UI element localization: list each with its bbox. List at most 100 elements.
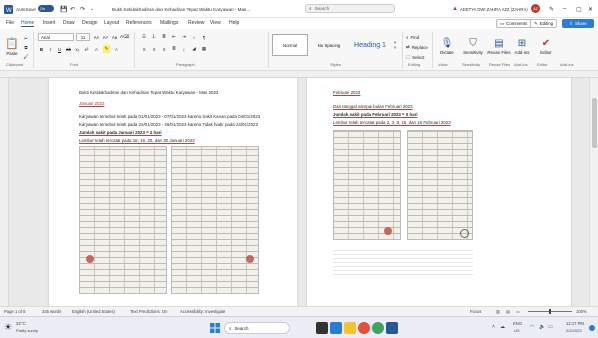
grow-font-icon[interactable]: A˄ xyxy=(93,33,100,41)
clock-date[interactable]: 2/2/2023 xyxy=(566,328,582,333)
language-code[interactable]: ENG xyxy=(513,321,522,326)
cloud-icon[interactable]: ☁ xyxy=(500,324,505,330)
shading-icon[interactable]: ◢ xyxy=(190,45,198,53)
justify-icon[interactable]: ≣ xyxy=(170,45,178,53)
tab-layout[interactable]: Layout xyxy=(104,20,119,26)
font-size-select[interactable]: 11 xyxy=(76,33,90,41)
windows-start-icon[interactable] xyxy=(210,323,220,333)
customize-toolbar-icon[interactable]: ⌄ xyxy=(90,4,94,14)
vertical-scrollbar[interactable] xyxy=(589,78,598,306)
tab-review[interactable]: Review xyxy=(188,20,204,26)
align-center-icon[interactable]: ≡ xyxy=(150,45,158,53)
notification-badge[interactable] xyxy=(589,325,595,331)
text-effects-icon[interactable]: A xyxy=(93,45,100,53)
chrome-icon[interactable] xyxy=(358,322,370,334)
redo-icon[interactable]: ↷ xyxy=(80,4,85,14)
underline-icon[interactable]: U xyxy=(56,45,63,53)
image-rotate-handle[interactable] xyxy=(460,229,469,238)
highlight-icon[interactable]: ✎ xyxy=(103,45,110,53)
weather-icon[interactable]: ☀ xyxy=(4,322,12,333)
tab-mailings[interactable]: Mailings xyxy=(160,20,178,26)
whatsapp-icon[interactable] xyxy=(372,322,384,334)
show-marks-icon[interactable]: ¶ xyxy=(200,33,208,41)
word-count[interactable]: 345 words xyxy=(42,309,61,314)
reuse-files-button[interactable]: ▤ Reuse Files xyxy=(487,33,510,59)
bold-icon[interactable]: B xyxy=(38,45,45,53)
comments-button[interactable]: ▭ Comments xyxy=(496,19,532,28)
tab-draw[interactable]: Draw xyxy=(63,20,75,26)
subscript-icon[interactable]: x₂ xyxy=(74,45,81,53)
autosave-toggle[interactable]: On xyxy=(38,5,54,12)
document-title[interactable]: Bukti Ketidakhadiran dan Kehadiran Tepat… xyxy=(112,4,250,14)
accessibility-status[interactable]: Accessibility: Investigate xyxy=(180,309,225,314)
search-box[interactable]: ⌕ Search xyxy=(305,4,395,13)
clock-time[interactable]: 12:17 PM xyxy=(566,321,584,326)
format-painter-icon[interactable]: 🖌 xyxy=(22,53,30,60)
tab-home[interactable]: Home xyxy=(21,20,35,27)
attendance-card-image[interactable] xyxy=(171,146,259,294)
share-button[interactable]: ⇪ Share xyxy=(562,19,594,28)
tab-insert[interactable]: Insert xyxy=(43,20,56,26)
find-button[interactable]: ⌕ Find xyxy=(406,33,419,41)
read-mode-icon[interactable]: ▥ xyxy=(496,309,500,314)
align-right-icon[interactable]: ≡ xyxy=(160,45,168,53)
editor-button[interactable]: ✔ Editor xyxy=(535,33,557,59)
paste-button[interactable]: 📋 Paste xyxy=(4,33,20,59)
wifi-icon[interactable]: ◠ xyxy=(530,324,534,330)
task-view-icon[interactable] xyxy=(316,322,328,334)
close-icon[interactable]: ✕ xyxy=(588,4,593,14)
document-canvas[interactable]: Bukti Ketidakhadiran dan Kehadiran Tepat… xyxy=(9,78,598,306)
sensitivity-button[interactable]: ⛉ Sensitivity xyxy=(461,33,485,59)
add-ins-button[interactable]: ⊞ Add-ins xyxy=(512,33,532,59)
tray-chevron-icon[interactable]: ˄ xyxy=(492,324,495,330)
vertical-ruler[interactable] xyxy=(0,78,9,306)
editing-mode-button[interactable]: ✎ Editing xyxy=(530,19,558,28)
scrollbar-thumb[interactable] xyxy=(592,98,597,148)
attendance-card-image[interactable] xyxy=(407,130,473,240)
bullets-icon[interactable]: ☰ xyxy=(140,33,148,41)
dictate-button[interactable]: 🎙 Dictate xyxy=(436,33,458,59)
tab-view[interactable]: View xyxy=(210,20,221,26)
taskbar-search[interactable]: ⌕ Search xyxy=(224,322,290,334)
volume-icon[interactable]: 🔈 xyxy=(539,324,545,330)
cut-icon[interactable]: ✂ xyxy=(22,35,30,42)
keyboard-layout[interactable]: US xyxy=(514,328,520,333)
decrease-indent-icon[interactable]: ⇤ xyxy=(170,33,178,41)
zoom-level[interactable]: 100% xyxy=(576,309,587,314)
save-icon[interactable]: 💾 xyxy=(60,4,67,14)
font-color-icon[interactable]: A xyxy=(113,45,120,53)
text-predictions[interactable]: Text Predictions: On xyxy=(130,309,167,314)
tab-file[interactable]: File xyxy=(6,20,14,26)
user-name[interactable]: ADETYA DWI ZAHRA AZZ (ZAHRA) xyxy=(460,4,528,14)
font-name-select[interactable]: Arial xyxy=(38,33,74,41)
page-count[interactable]: Page 1 of 8 xyxy=(4,309,25,314)
multilevel-list-icon[interactable]: ≣ xyxy=(160,33,168,41)
minimize-icon[interactable]: – xyxy=(563,4,566,14)
style-normal[interactable]: Normal xyxy=(272,34,308,56)
styles-gallery-scroll[interactable]: ˄ ˅ xyxy=(392,34,398,56)
style-heading-1[interactable]: Heading 1 xyxy=(350,34,390,56)
replace-button[interactable]: ⇄ Replace xyxy=(406,43,428,51)
maximize-icon[interactable]: ▢ xyxy=(576,4,582,14)
tab-design[interactable]: Design xyxy=(82,20,98,26)
attendance-card-image[interactable] xyxy=(79,146,167,294)
tab-references[interactable]: References xyxy=(126,20,152,26)
style-no-spacing[interactable]: No Spacing xyxy=(311,34,347,56)
print-layout-icon[interactable]: ▤ xyxy=(506,309,510,314)
file-explorer-icon[interactable] xyxy=(344,322,356,334)
attendance-card-image[interactable] xyxy=(333,130,401,240)
page-2[interactable]: Februari 2023 Dari tanggal sampai bulan … xyxy=(307,78,571,306)
pen-icon[interactable]: ✎ xyxy=(549,4,554,14)
align-left-icon[interactable]: ≡ xyxy=(140,45,148,53)
language-indicator[interactable]: English (United States) xyxy=(72,309,115,314)
focus-button[interactable]: Focus xyxy=(470,309,481,314)
shrink-font-icon[interactable]: A˅ xyxy=(102,33,109,41)
line-spacing-icon[interactable]: ↨ xyxy=(180,45,188,53)
select-button[interactable]: ⬚ Select xyxy=(406,53,424,61)
horizontal-ruler[interactable] xyxy=(0,71,598,78)
tab-help[interactable]: Help xyxy=(229,20,239,26)
italic-icon[interactable]: I xyxy=(47,45,54,53)
web-layout-icon[interactable]: ▭ xyxy=(516,309,520,314)
page-1[interactable]: Bukti Ketidakhadiran dan Kehadiran Tepat… xyxy=(49,78,297,306)
undo-icon[interactable]: ↶ xyxy=(70,4,75,14)
